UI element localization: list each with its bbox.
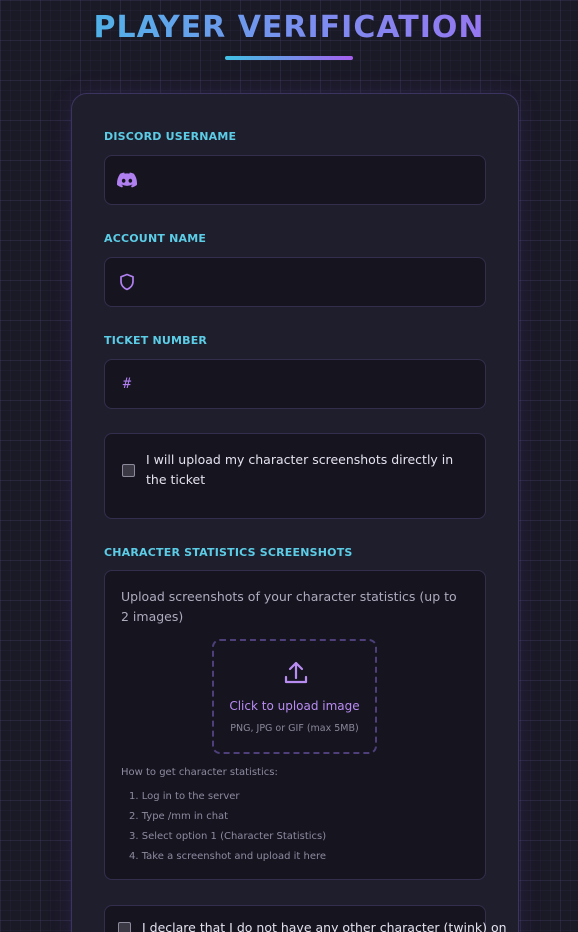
ticket-input[interactable]	[138, 360, 485, 408]
upload-in-ticket-text: I will upload my character screenshots d…	[146, 452, 454, 487]
account-input[interactable]	[138, 258, 485, 306]
ticket-label: TICKET NUMBER	[104, 334, 208, 347]
howto-title: How to get character statistics:	[121, 767, 278, 778]
howto-step: 3. Select option 1 (Character Statistics…	[129, 831, 327, 842]
dropzone-hint: PNG, JPG or GIF (max 5MB)	[230, 723, 359, 734]
screenshots-panel: Upload screenshots of your character sta…	[104, 570, 486, 880]
image-dropzone[interactable]: Click to upload image PNG, JPG or GIF (m…	[212, 639, 377, 754]
howto-steps: 1. Log in to the server 2. Type /mm in c…	[129, 787, 326, 867]
ticket-field[interactable]: #	[104, 359, 486, 409]
page-header: PLAYER VERIFICATION	[0, 8, 578, 60]
shield-icon	[116, 271, 138, 293]
howto-step: 2. Type /mm in chat	[129, 811, 229, 822]
discord-field[interactable]	[104, 155, 486, 205]
verification-form: DISCORD USERNAME ACCOUNT NAME TICKET NUM…	[71, 93, 519, 932]
page-title: PLAYER VERIFICATION	[0, 8, 578, 48]
howto-step: 1. Log in to the server	[129, 791, 240, 802]
hash-icon: #	[122, 376, 132, 392]
screenshots-label: CHARACTER STATISTICS SCREENSHOTS	[104, 546, 353, 559]
discord-label: DISCORD USERNAME	[104, 130, 237, 143]
screenshots-description: Upload screenshots of your character sta…	[121, 589, 457, 624]
account-field[interactable]	[104, 257, 486, 307]
title-underline	[225, 56, 353, 60]
account-label: ACCOUNT NAME	[104, 232, 207, 245]
discord-icon	[116, 169, 138, 191]
upload-icon	[282, 659, 310, 691]
howto-step: 4. Take a screenshot and upload it here	[129, 851, 327, 862]
dropzone-title: Click to upload image	[229, 699, 360, 713]
upload-in-ticket-checkbox[interactable]	[122, 464, 135, 477]
declaration-option[interactable]: I declare that I do not have any other c…	[104, 905, 507, 932]
upload-in-ticket-option[interactable]: I will upload my character screenshots d…	[104, 433, 486, 519]
declaration-checkbox[interactable]	[118, 922, 131, 932]
declaration-text: I declare that I do not have any other c…	[142, 920, 507, 932]
discord-input[interactable]	[138, 156, 485, 204]
